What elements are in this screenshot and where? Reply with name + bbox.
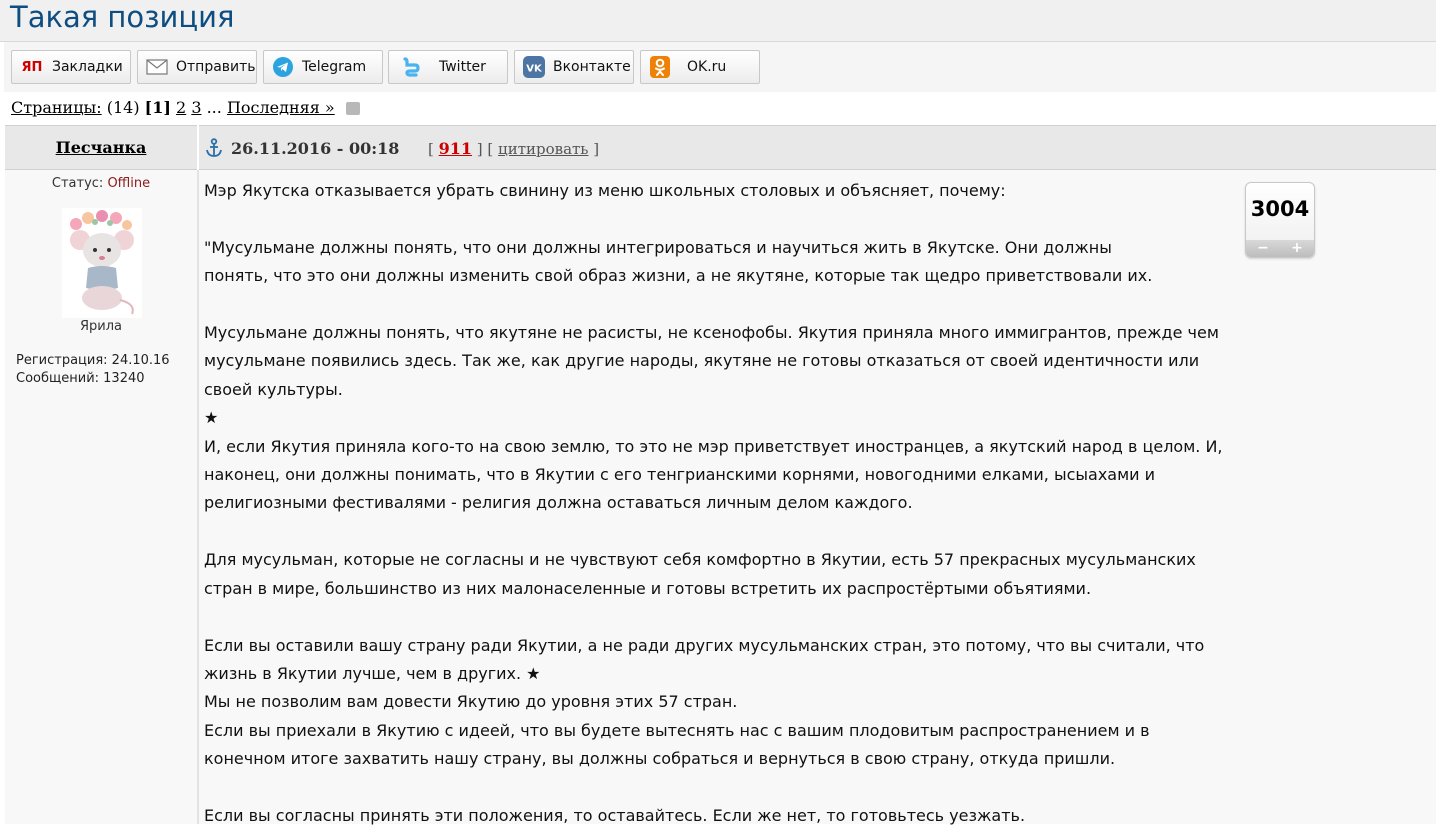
user-rank: Ярила (79, 319, 122, 334)
send-label: Отправить (176, 59, 256, 75)
twitter-label: Twitter (439, 59, 486, 75)
post-tools: [ 911 ] [ цитировать ] (428, 139, 600, 158)
post-author-header: Песчанка (5, 125, 197, 170)
yandex-logo-text: ЯП (21, 59, 43, 75)
svg-text:VK: VK (526, 64, 543, 75)
post-text: Мэр Якутска отказывается убрать свинину … (204, 181, 1223, 825)
bookmarks-button[interactable]: ЯП Закладки (11, 50, 131, 84)
twitter-icon (401, 56, 423, 78)
rating-widget: 3004 − + (1245, 182, 1315, 258)
page-link-3[interactable]: 3 (191, 98, 201, 117)
twitter-button[interactable]: Twitter (388, 50, 508, 84)
telegram-icon (272, 56, 294, 78)
user-status: Статус: Offline (5, 176, 197, 191)
odnoklassniki-icon (649, 56, 671, 78)
rating-controls: − + (1246, 240, 1314, 257)
vkontakte-label: Вконтакте (553, 59, 631, 75)
avatar[interactable] (62, 208, 142, 318)
okru-label: OK.ru (687, 59, 727, 75)
share-bar: ЯП Закладки Отправить Telegram Twitter V… (4, 42, 1436, 92)
yandex-bookmarks-icon: ЯП (20, 56, 44, 78)
current-page: [1] (144, 98, 171, 117)
page-link-2[interactable]: 2 (176, 98, 186, 117)
send-email-button[interactable]: Отправить (137, 50, 257, 84)
page-jump-icon[interactable] (345, 102, 360, 115)
post-count: Сообщений: 13240 (16, 371, 145, 386)
pagination: Страницы: (14) [1] 2 3 ... Последняя » (11, 98, 360, 120)
telegram-label: Telegram (302, 59, 367, 75)
quote-link[interactable]: цитировать (498, 140, 588, 158)
pages-label-link[interactable]: Страницы: (11, 98, 102, 117)
post-body: Мэр Якутска отказывается убрать свинину … (199, 170, 1436, 825)
telegram-button[interactable]: Telegram (263, 50, 383, 84)
post-date: 26.11.2016 - 00:18 (231, 139, 400, 158)
bookmarks-label: Закладки (52, 59, 123, 75)
anchor-icon[interactable] (205, 138, 223, 158)
okru-button[interactable]: OK.ru (640, 50, 760, 84)
post-number-link[interactable]: 911 (439, 139, 472, 158)
post-header: 26.11.2016 - 00:18 [ 911 ] [ цитировать … (199, 125, 1436, 170)
status-value: Offline (107, 176, 151, 191)
topic-title: Такая позиция (0, 0, 1436, 42)
pages-ellipsis: ... (206, 98, 222, 117)
rating-value: 3004 (1250, 197, 1310, 221)
user-info-column: Статус: Offline Ярила Регистрация: 24.10… (5, 170, 197, 824)
status-label: Статус: (51, 176, 104, 191)
envelope-icon (146, 56, 168, 78)
last-page-link[interactable]: Последняя » (227, 98, 335, 117)
rating-plus-button[interactable]: + (1280, 240, 1314, 257)
vkontakte-button[interactable]: VK Вконтакте (514, 50, 634, 84)
rating-minus-button[interactable]: − (1246, 240, 1280, 257)
user-registration-info: Регистрация: 24.10.16 Сообщений: 13240 (16, 352, 170, 388)
registration-date: Регистрация: 24.10.16 (16, 353, 170, 368)
author-nick[interactable]: Песчанка (56, 138, 147, 157)
vk-icon: VK (523, 56, 545, 78)
pages-total: (14) (106, 98, 140, 117)
